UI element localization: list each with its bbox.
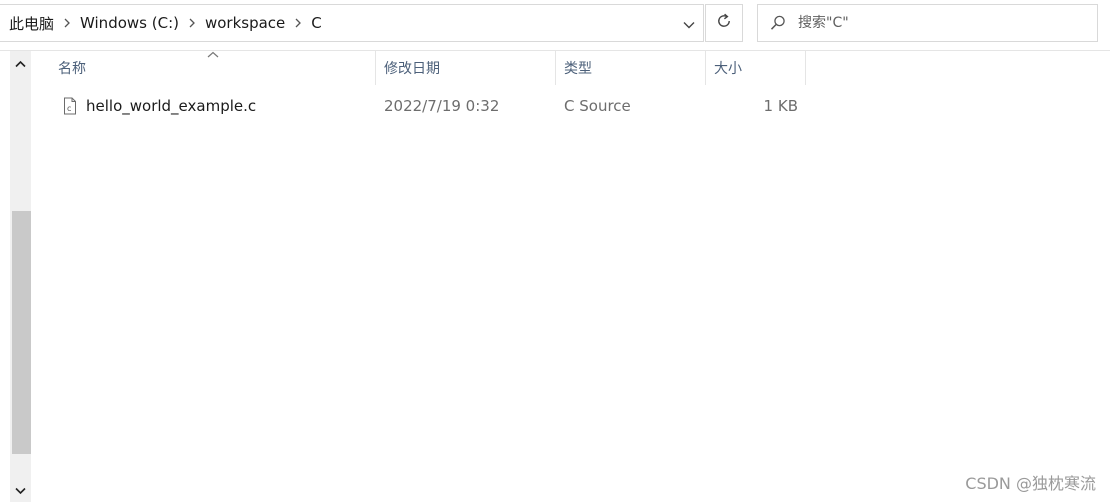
search-icon [758, 5, 798, 41]
file-type: C Source [564, 97, 631, 115]
breadcrumb-item-drive[interactable]: Windows (C:) [78, 14, 183, 32]
chevron-right-icon[interactable] [185, 16, 199, 30]
c-source-file-icon: c [62, 96, 78, 116]
column-header-name-label: 名称 [58, 61, 86, 77]
breadcrumb-item-current[interactable]: C [309, 14, 325, 32]
breadcrumb: 此电脑 Windows (C:) workspace C [0, 5, 326, 41]
refresh-icon [715, 12, 733, 34]
search-input[interactable] [798, 11, 1078, 35]
chevron-down-icon [683, 14, 695, 33]
chevron-right-icon[interactable] [60, 16, 74, 30]
vertical-scrollbar[interactable] [10, 51, 31, 502]
sort-ascending-icon [206, 49, 220, 59]
column-header-date-modified[interactable]: 修改日期 [376, 51, 556, 85]
chevron-up-icon [15, 53, 26, 72]
address-bar[interactable]: 此电脑 Windows (C:) workspace C [0, 4, 704, 42]
breadcrumb-item-workspace[interactable]: workspace [203, 14, 289, 32]
chevron-right-icon[interactable] [291, 16, 305, 30]
column-divider[interactable] [805, 51, 806, 85]
search-box[interactable] [757, 4, 1098, 42]
column-header-type-label: 类型 [564, 61, 592, 77]
file-name: hello_world_example.c [86, 97, 257, 115]
file-row[interactable]: c hello_world_example.c 2022/7/19 0:32 C… [48, 90, 808, 122]
chevron-down-icon [15, 480, 26, 499]
svg-text:c: c [67, 104, 71, 113]
address-history-button[interactable] [675, 5, 703, 41]
scroll-up-button[interactable] [10, 51, 31, 73]
file-name-cell[interactable]: c hello_world_example.c [62, 90, 256, 122]
file-date-modified: 2022/7/19 0:32 [384, 97, 500, 115]
watermark: CSDN @独枕寒流 [965, 474, 1096, 493]
column-header-date-label: 修改日期 [384, 61, 440, 77]
refresh-button[interactable] [705, 4, 743, 42]
file-size: 1 KB [763, 97, 798, 115]
column-header-size-label: 大小 [714, 61, 742, 77]
scroll-down-button[interactable] [10, 478, 31, 500]
breadcrumb-item-this-pc[interactable]: 此电脑 [7, 13, 58, 34]
column-header-type[interactable]: 类型 [556, 51, 706, 85]
scrollbar-thumb[interactable] [12, 211, 31, 454]
column-header-size[interactable]: 大小 [706, 51, 806, 85]
